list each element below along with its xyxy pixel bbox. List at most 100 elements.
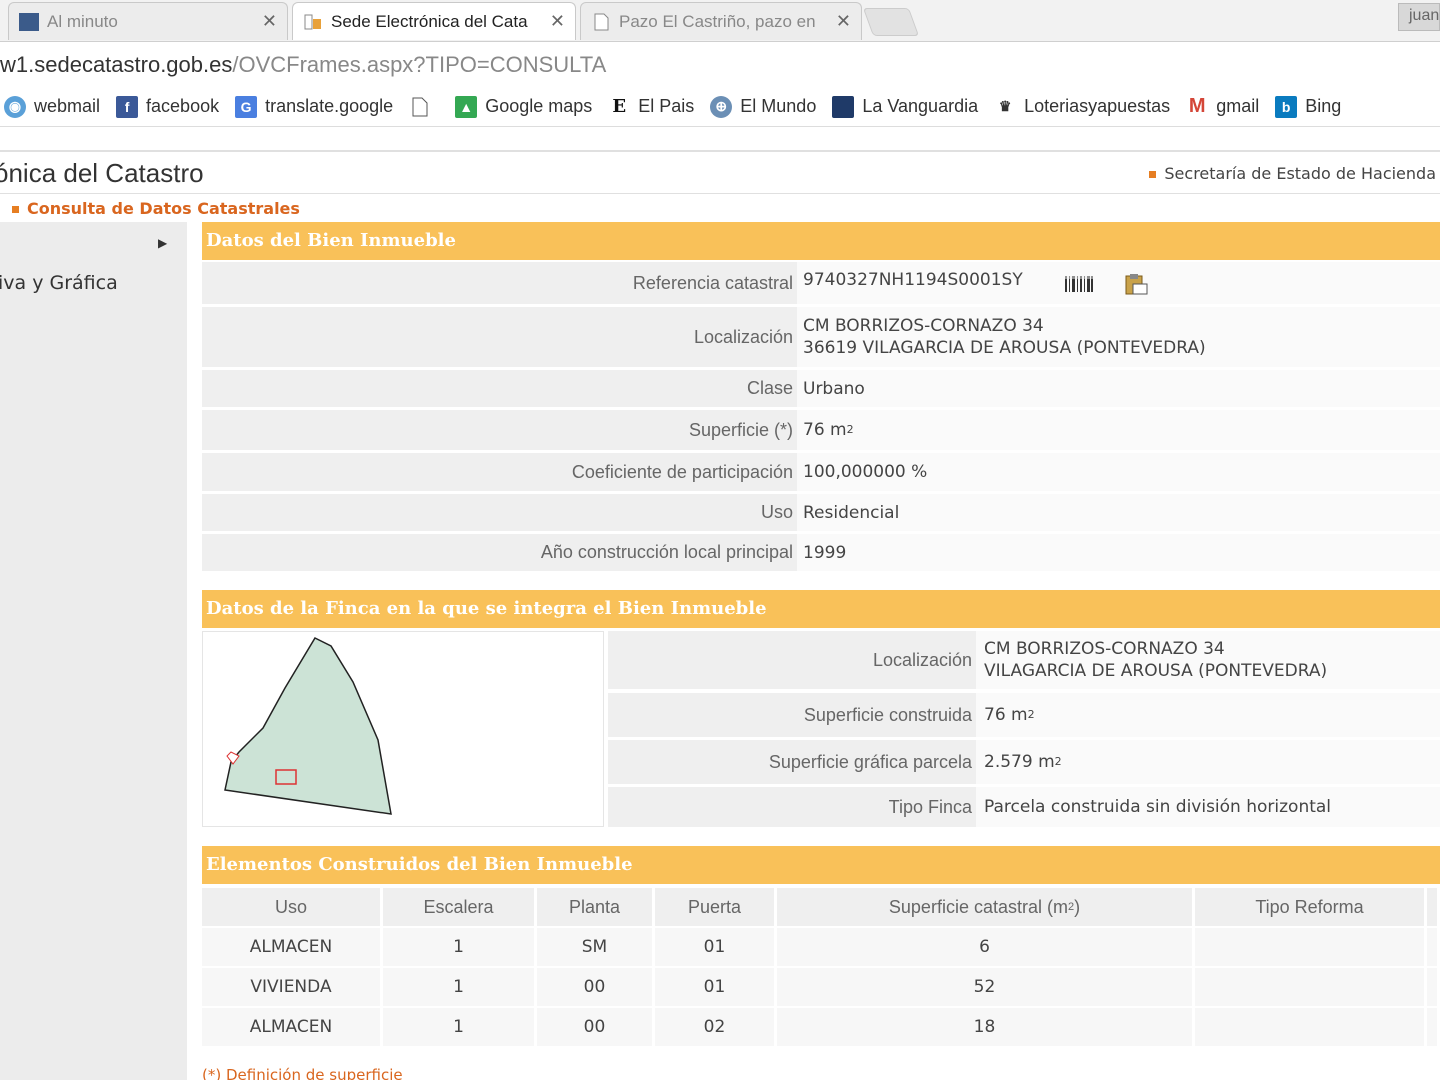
column-header-escalera: Escalera (383, 888, 537, 926)
browser-tab-pazo[interactable]: Pazo El Castriño, pazo en ✕ (580, 2, 862, 40)
cell-escalera: 1 (383, 968, 537, 1006)
superficie-definition-link[interactable]: (*) Definición de superficie (202, 1066, 403, 1080)
bookmark-translate[interactable]: G translate.google (235, 95, 393, 118)
column-header-tipo-reforma: Tipo Reforma (1195, 888, 1427, 926)
finca-row-localizacion: Localización CM BORRIZOS-CORNAZO 34 VILA… (608, 631, 1440, 689)
close-icon[interactable]: ✕ (262, 11, 277, 32)
sidebar-item-grafica[interactable]: iva y Gráfica (0, 272, 118, 294)
expand-arrow-icon[interactable]: ▶ (158, 236, 167, 250)
page-favicon-icon (591, 13, 611, 31)
bing-icon: b (1275, 95, 1298, 118)
finca-localizacion-line2: VILAGARCIA DE AROUSA (PONTEVEDRA) (984, 661, 1328, 681)
bullet-icon (12, 206, 19, 213)
row-anio: Año construcción local principal 1999 (202, 534, 1440, 571)
url-host: w1.sedecatastro.gob.es (0, 52, 233, 77)
bookmark-label: webmail (34, 96, 101, 116)
bookmark-la-vanguardia[interactable]: La Vanguardia (832, 95, 978, 118)
label-sup-grafica: Superficie gráfica parcela (608, 740, 976, 784)
left-sidebar: ▶ iva y Gráfica (0, 222, 187, 1080)
cell-tipo-reforma (1195, 968, 1427, 1006)
new-tab-button[interactable] (862, 8, 920, 36)
cell-superficie: 6 (777, 928, 1195, 966)
tab-title: Al minuto (47, 11, 118, 31)
barcode-icon[interactable] (1064, 276, 1093, 297)
browser-tab-al-minuto[interactable]: Al minuto ✕ (8, 2, 288, 40)
browser-tabbar: Al minuto ✕ Sede Electrónica del Cata ✕ … (0, 0, 1440, 42)
finca-localizacion-line1: CM BORRIZOS-CORNAZO 34 (984, 639, 1225, 659)
bookmark-webmail[interactable]: ◉ webmail (4, 95, 101, 118)
ministry-link[interactable]: Secretaría de Estado de Hacienda (1149, 164, 1436, 183)
clipboard-icon[interactable] (1123, 272, 1149, 301)
site-title: ónica del Catastro (0, 158, 204, 188)
value-superficie: 76 m2 (797, 410, 1440, 450)
value-finca-localizacion: CM BORRIZOS-CORNAZO 34 VILAGARCIA DE ARO… (976, 631, 1440, 689)
cell-superficie: 52 (777, 968, 1195, 1006)
superficie-text: 76 m (803, 420, 847, 440)
column-header-superficie: Superficie catastral (m 2) (777, 888, 1195, 926)
row-superficie: Superficie (*) 76 m2 (202, 410, 1440, 450)
news-favicon-icon (19, 12, 39, 31)
bookmark-gmail[interactable]: M gmail (1186, 95, 1260, 118)
bookmark-bing[interactable]: b Bing (1275, 95, 1341, 118)
bookmark-el-pais[interactable]: E El Pais (608, 96, 694, 118)
cell-extra (1427, 928, 1440, 966)
loteria-icon: ♛ (998, 98, 1012, 114)
table-row: ALMACEN 1 00 02 18 (202, 1008, 1440, 1048)
column-header-planta: Planta (537, 888, 655, 926)
row-localizacion: Localización CM BORRIZOS-CORNAZO 34 3661… (202, 307, 1440, 367)
bookmark-loterias[interactable]: ♛ Loteriasyapuestas (994, 96, 1170, 118)
close-icon[interactable]: ✕ (550, 11, 565, 32)
close-icon[interactable]: ✕ (836, 11, 851, 32)
section-header-finca: Datos de la Finca en la que se integra e… (202, 590, 1440, 628)
bookmark-page[interactable] (409, 96, 439, 118)
vanguardia-icon (832, 95, 855, 118)
cell-uso: ALMACEN (202, 928, 383, 966)
label-localizacion: Localización (202, 307, 797, 367)
label-referencia: Referencia catastral (202, 262, 797, 304)
parcel-map[interactable] (202, 631, 604, 827)
section-header-elementos: Elementos Construidos del Bien Inmueble (202, 846, 1440, 884)
value-anio: 1999 (797, 534, 1440, 571)
cell-planta: SM (537, 928, 655, 966)
elpais-icon: E (612, 96, 627, 117)
cell-tipo-reforma (1195, 1008, 1427, 1046)
parcel-map-svg (224, 637, 392, 815)
sup-grafica-text: 2.579 m (984, 752, 1055, 772)
ministry-label: Secretaría de Estado de Hacienda (1164, 164, 1436, 183)
bookmark-label: facebook (146, 96, 220, 116)
address-bar[interactable]: w1.sedecatastro.gob.es/OVCFrames.aspx?TI… (0, 43, 1440, 87)
bookmark-label: El Mundo (740, 96, 817, 116)
label-superficie[interactable]: Superficie (*) (202, 410, 797, 450)
label-coeficiente: Coeficiente de participación (202, 453, 797, 491)
table-row: VIVIENDA 1 00 01 52 (202, 968, 1440, 1008)
breadcrumb[interactable]: Consulta de Datos Catastrales (12, 199, 300, 218)
user-profile-button[interactable]: juan (1398, 3, 1440, 31)
cell-planta: 00 (537, 968, 655, 1006)
parcel-polygon (224, 637, 392, 815)
superficie-header-text: Superficie catastral (m (888, 896, 1068, 917)
catastro-favicon-icon (303, 13, 323, 31)
bookmark-facebook[interactable]: f facebook (116, 95, 220, 118)
bookmark-label: Loteriasyapuestas (1024, 96, 1171, 116)
value-referencia: 9740327NH1194S0001SY (797, 262, 1440, 304)
table-header-row: Uso Escalera Planta Puerta Superficie ca… (202, 888, 1440, 928)
value-localizacion: CM BORRIZOS-CORNAZO 34 36619 VILAGARCIA … (797, 307, 1440, 367)
bookmark-label: gmail (1216, 96, 1260, 116)
browser-tab-sede-catastro[interactable]: Sede Electrónica del Cata ✕ (292, 2, 576, 40)
tab-title: Sede Electrónica del Cata (331, 11, 528, 31)
bookmark-google-maps[interactable]: ▲ Google maps (455, 95, 592, 118)
bookmarks-bar: ◉ webmail f facebook G translate.google … (0, 87, 1440, 127)
label-finca-localizacion: Localización (608, 631, 976, 689)
cell-superficie: 18 (777, 1008, 1195, 1046)
facebook-icon: f (116, 95, 139, 118)
gmail-icon: M (1188, 95, 1206, 117)
referencia-text: 9740327NH1194S0001SY (803, 270, 1023, 290)
page-header: ónica del Catastro Secretaría de Estado … (0, 150, 1440, 194)
label-uso: Uso (202, 494, 797, 531)
bookmark-el-mundo[interactable]: ⊕ El Mundo (710, 95, 817, 118)
cell-planta: 00 (537, 1008, 655, 1046)
cell-uso: ALMACEN (202, 1008, 383, 1046)
label-clase: Clase (202, 370, 797, 407)
sup-construida-text: 76 m (984, 705, 1028, 725)
cell-escalera: 1 (383, 928, 537, 966)
